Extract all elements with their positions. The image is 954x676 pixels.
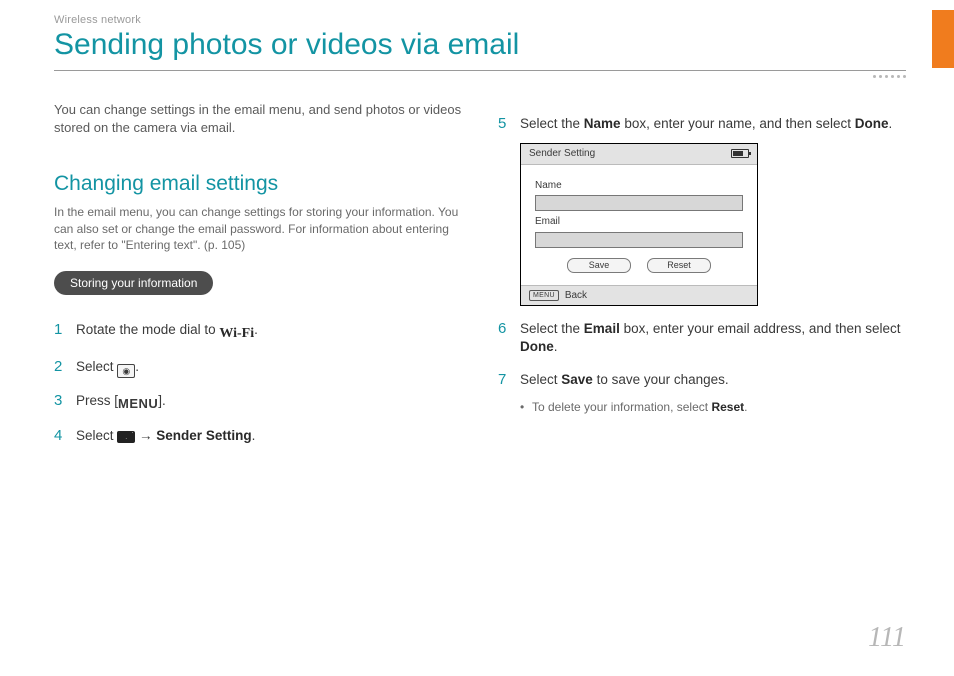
left-column: You can change settings in the email men… (54, 101, 462, 459)
step-bold: Email (584, 321, 620, 336)
step-text: Select the (520, 116, 584, 131)
step-text: Select (76, 428, 117, 443)
device-screenshot: Sender Setting Name Email Save Reset (520, 143, 758, 306)
device-back-label: Back (565, 289, 587, 303)
step-3: Press [MENU]. (54, 392, 462, 413)
step-text: . (254, 322, 258, 337)
decorative-dots (54, 75, 906, 79)
step-text: . (252, 428, 256, 443)
section-note: In the email menu, you can change settin… (54, 204, 462, 253)
step-bold: Sender Setting (156, 428, 251, 443)
step-5: Select the Name box, enter your name, an… (498, 115, 906, 306)
step-text: → (135, 428, 156, 443)
breadcrumb: Wireless network (54, 14, 906, 26)
step-bold: Done (855, 116, 889, 131)
device-email-label: Email (535, 215, 743, 229)
device-reset-button[interactable]: Reset (647, 258, 711, 273)
bullet-text: . (744, 400, 747, 414)
step-text: Press [ (76, 393, 118, 408)
wifi-icon: Wi-Fi (219, 325, 254, 344)
device-name-label: Name (535, 179, 743, 193)
device-menu-chip: MENU (529, 290, 559, 301)
intro-text: You can change settings in the email men… (54, 101, 462, 136)
step-text: . (135, 359, 139, 374)
bullet-bold: Reset (711, 400, 744, 414)
device-name-input[interactable] (535, 195, 743, 211)
page-title: Sending photos or videos via email (54, 28, 906, 62)
subsection-pill: Storing your information (54, 271, 213, 295)
step-bold: Save (561, 372, 593, 387)
step-text: Select (520, 372, 561, 387)
chapter-tab (932, 10, 954, 68)
device-save-button[interactable]: Save (567, 258, 631, 273)
step-text: Rotate the mode dial to (76, 322, 219, 337)
battery-icon (731, 149, 749, 158)
step-4: Select → Sender Setting. (54, 427, 462, 445)
bullet-text: To delete your information, select (532, 400, 711, 414)
menu-icon: MENU (118, 395, 158, 413)
step-6: Select the Email box, enter your email a… (498, 320, 906, 356)
step-text: Select the (520, 321, 584, 336)
step-2: Select ◉. (54, 358, 462, 378)
title-rule (54, 70, 906, 71)
step-1: Rotate the mode dial to Wi-Fi. (54, 321, 462, 344)
steps-list-left: Rotate the mode dial to Wi-Fi. Select ◉.… (54, 321, 462, 445)
section-heading: Changing email settings (54, 170, 462, 198)
step-7: Select Save to save your changes. To del… (498, 371, 906, 415)
step-text: box, enter your name, and then select (621, 116, 855, 131)
camera-app-icon: ◉ (117, 364, 135, 378)
step-text: . (554, 339, 558, 354)
step-text: to save your changes. (593, 372, 729, 387)
step-text: . (888, 116, 892, 131)
step-text: Select (76, 359, 117, 374)
steps-list-right: Select the Name box, enter your name, an… (498, 115, 906, 415)
page-number: 111 (868, 622, 906, 654)
sub-bullet: To delete your information, select Reset… (520, 399, 906, 415)
device-title: Sender Setting (529, 147, 595, 161)
mail-icon (117, 431, 135, 443)
right-column: Select the Name box, enter your name, an… (498, 101, 906, 459)
step-text: box, enter your email address, and then … (620, 321, 901, 336)
step-text: ]. (158, 393, 166, 408)
step-bold: Name (584, 116, 621, 131)
device-email-input[interactable] (535, 232, 743, 248)
step-bold: Done (520, 339, 554, 354)
